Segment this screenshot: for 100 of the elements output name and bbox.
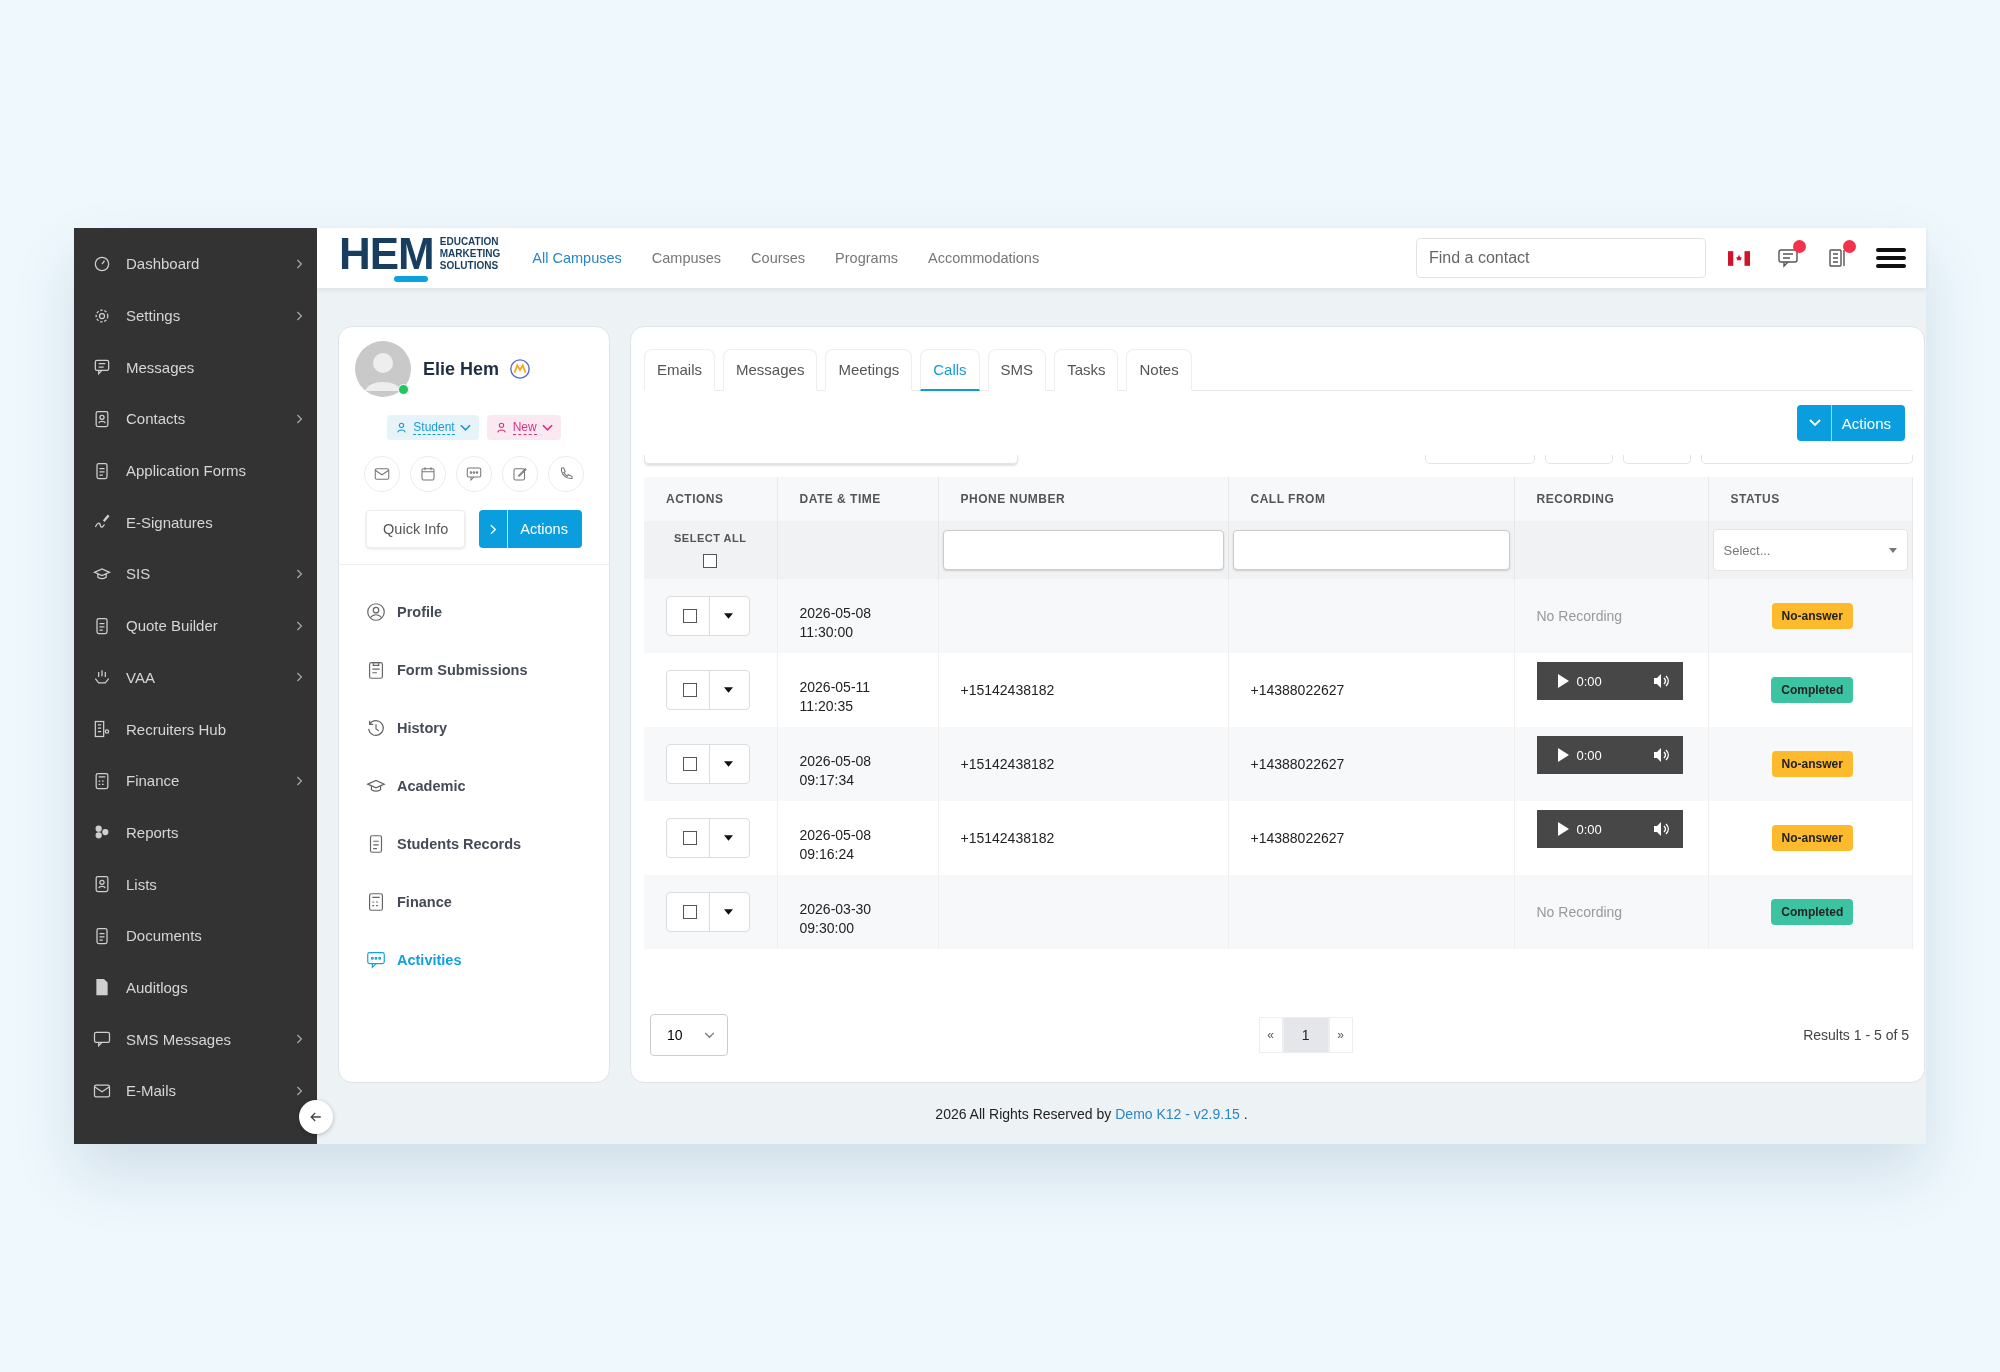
search-field[interactable]: Find a contact [1416, 238, 1706, 278]
sidebar-item[interactable]: Quote Builder [74, 599, 317, 652]
message-icon [92, 357, 112, 378]
sidebar-item[interactable]: Recruiters Hub [74, 703, 317, 755]
profile-menu-item[interactable]: History [365, 699, 609, 757]
user-icon [395, 421, 409, 434]
sidebar-item[interactable]: Contacts [74, 393, 317, 445]
caret-down-icon [724, 613, 733, 619]
profile-menu-item[interactable]: Academic [365, 757, 609, 815]
avatar [355, 341, 411, 397]
tab[interactable]: Emails [644, 349, 715, 391]
profile-menu-item[interactable]: Finance [365, 873, 609, 931]
sidebar-item[interactable]: E-Mails [74, 1065, 317, 1117]
nav-link[interactable]: Campuses [651, 250, 722, 266]
row-action-control[interactable] [666, 670, 750, 710]
user-icon [494, 421, 508, 434]
phone-button[interactable] [548, 456, 584, 492]
column-header: DATE & TIME [777, 477, 938, 521]
filter-field[interactable] [1701, 455, 1913, 464]
nav-link[interactable]: Courses [751, 250, 806, 266]
filter-field[interactable] [644, 455, 1018, 464]
chat-icon[interactable] [1776, 246, 1800, 270]
footer-text: 2026 All Rights Reserved by [935, 1105, 1112, 1122]
chat-button[interactable] [456, 456, 492, 492]
badge-icon [509, 358, 532, 380]
calendar-button[interactable] [410, 456, 446, 492]
select-all-checkbox[interactable] [703, 554, 718, 568]
column-header: STATUS [1708, 477, 1913, 521]
next-page-button[interactable]: » [1328, 1017, 1353, 1053]
sidebar-item[interactable]: E-Signatures [74, 496, 317, 549]
results-count: Results 1 - 5 of 5 [1803, 1027, 1909, 1043]
row-action-control[interactable] [666, 818, 750, 858]
sidebar-item[interactable]: Messages [74, 341, 317, 394]
play-icon [1556, 748, 1569, 762]
caret-down-icon [724, 687, 733, 693]
chevron-down-icon [704, 1031, 715, 1039]
page-size-select[interactable]: 10 [650, 1014, 728, 1056]
sidebar-item[interactable]: SMS Messages [74, 1013, 317, 1065]
nav-link[interactable]: All Campuses [532, 250, 622, 266]
sidebar-item[interactable]: Lists [74, 858, 317, 910]
filter-field[interactable] [1545, 455, 1613, 464]
audio-player[interactable]: 0:00 [1536, 736, 1683, 774]
volume-icon [1652, 748, 1669, 762]
sidebar-item[interactable]: SIS [74, 548, 317, 600]
tab[interactable]: Messages [723, 349, 818, 391]
envelope-icon [373, 465, 391, 483]
page-button[interactable]: 1 [1282, 1017, 1329, 1053]
sidebar-item[interactable]: Reports [74, 806, 317, 859]
table-cell-text: 2026-05-08 11:30:00 [799, 604, 872, 642]
filter-field[interactable] [1623, 455, 1691, 464]
flag-icon[interactable] [1728, 250, 1750, 266]
nav-link[interactable]: Programs [835, 250, 898, 266]
column-header: PHONE NUMBER [938, 477, 1228, 521]
collapse-button[interactable] [299, 1100, 333, 1134]
chat-icon [365, 949, 387, 971]
sidebar-item[interactable]: Finance [74, 754, 317, 807]
nav-link[interactable]: Accommodations [927, 250, 1040, 266]
status-badge: Completed [1771, 677, 1854, 703]
volume-icon [1652, 674, 1669, 688]
play-icon [1556, 674, 1569, 688]
envelope-button[interactable] [364, 456, 400, 492]
quick-info-button[interactable]: Quick Info [366, 510, 466, 548]
sidebar-item[interactable]: VAA [74, 651, 317, 704]
status-badge: No-answer [1771, 603, 1853, 629]
tab[interactable]: Tasks [1054, 349, 1119, 391]
profile-menu-item[interactable]: Profile [365, 583, 609, 641]
audio-player[interactable]: 0:00 [1536, 810, 1683, 848]
audio-player[interactable]: 0:00 [1536, 662, 1683, 700]
row-action-control[interactable] [666, 892, 750, 932]
chevron-down-icon [459, 423, 471, 432]
profile-menu-item[interactable]: Students Records [365, 815, 609, 873]
calendar-icon [419, 465, 437, 483]
tab[interactable]: Meetings [825, 349, 913, 391]
contact-name: Elie Hem [423, 358, 500, 380]
status-select[interactable]: Select... [1712, 529, 1908, 571]
sidebar-item[interactable]: Documents [74, 909, 317, 962]
column-header: RECORDING [1514, 477, 1708, 521]
caret-down-icon [1889, 547, 1897, 553]
row-action-control[interactable] [666, 744, 750, 784]
table-cell: +14388022627 [1250, 830, 1345, 846]
filter-field[interactable] [1425, 455, 1535, 464]
play-icon [1556, 822, 1569, 836]
sidebar-item[interactable]: Application Forms [74, 444, 317, 497]
row-action-control[interactable] [666, 596, 750, 636]
phone-filter-field[interactable] [942, 530, 1224, 570]
table-cell: No Recording [1536, 904, 1623, 920]
version-link[interactable]: Demo K12 - v2.9.15 [1115, 1105, 1240, 1122]
menu-icon[interactable] [1876, 246, 1906, 270]
edit-button[interactable] [502, 456, 538, 492]
profile-menu-item[interactable]: Form Submissions [365, 641, 609, 699]
tag-dropdown[interactable]: New [486, 415, 561, 440]
tab[interactable]: SMS [987, 349, 1047, 391]
sidebar-item[interactable]: Dashboard [74, 238, 317, 290]
tab[interactable]: Notes [1126, 349, 1192, 391]
sidebar-item[interactable]: Settings [74, 289, 317, 342]
call-from-filter-field[interactable] [1232, 530, 1510, 570]
previous-page-button[interactable]: « [1258, 1017, 1283, 1053]
chevron-down-icon [541, 423, 553, 432]
footer-period: . [1243, 1105, 1248, 1122]
sidebar-item[interactable]: Auditlogs [74, 961, 317, 1014]
